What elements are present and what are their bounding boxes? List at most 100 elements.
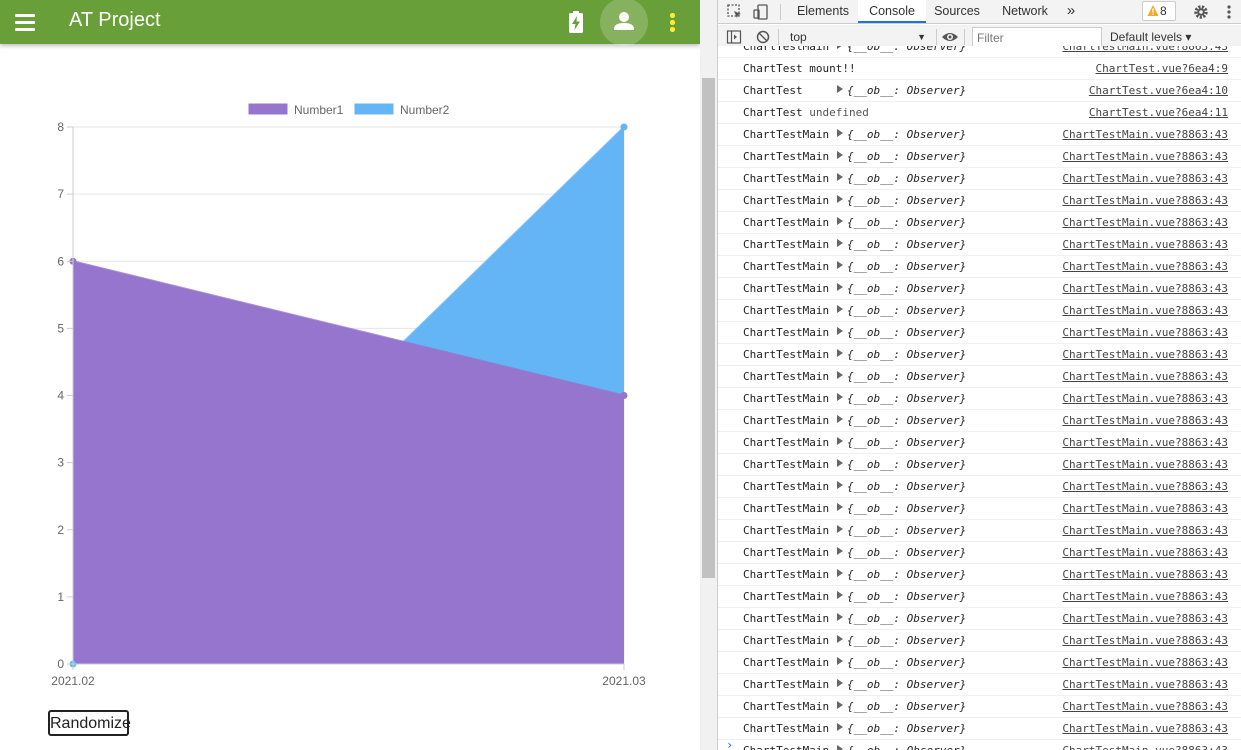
expand-arrow-icon[interactable] — [837, 349, 843, 357]
log-source-link[interactable]: ChartTestMain.vue?8863:43 — [1062, 546, 1228, 559]
log-source-link[interactable]: ChartTestMain.vue?8863:43 — [1062, 678, 1228, 691]
more-vert-icon[interactable] — [664, 10, 680, 34]
randomize-button[interactable]: Randomize — [48, 710, 131, 736]
console-prompt[interactable]: › — [726, 738, 733, 750]
expand-arrow-icon[interactable] — [837, 173, 843, 181]
log-source-link[interactable]: ChartTestMain.vue?8863:43 — [1062, 260, 1228, 273]
log-object-preview[interactable]: {__ob__: Observer} — [847, 458, 966, 471]
log-source-link[interactable]: ChartTestMain.vue?8863:43 — [1062, 414, 1228, 427]
expand-arrow-icon[interactable] — [837, 393, 843, 401]
expand-arrow-icon[interactable] — [837, 679, 843, 687]
log-source-link[interactable]: ChartTestMain.vue?8863:43 — [1062, 700, 1228, 713]
expand-arrow-icon[interactable] — [837, 305, 843, 313]
log-source-link[interactable]: ChartTestMain.vue?8863:43 — [1062, 348, 1228, 361]
log-object-preview[interactable]: {__ob__: Observer} — [847, 524, 966, 537]
tab-network[interactable]: Network — [994, 0, 1056, 23]
expand-arrow-icon[interactable] — [837, 481, 843, 489]
log-source-link[interactable]: ChartTestMain.vue?8863:43 — [1062, 656, 1228, 669]
expand-arrow-icon[interactable] — [837, 327, 843, 335]
expand-arrow-icon[interactable] — [837, 283, 843, 291]
log-source-link[interactable]: ChartTestMain.vue?8863:43 — [1062, 458, 1228, 471]
log-object-preview[interactable]: {__ob__: Observer} — [847, 744, 966, 750]
log-object-preview[interactable]: {__ob__: Observer} — [847, 502, 966, 515]
expand-arrow-icon[interactable] — [837, 503, 843, 511]
expand-arrow-icon[interactable] — [837, 437, 843, 445]
log-source-link[interactable]: ChartTestMain.vue?8863:43 — [1062, 172, 1228, 185]
context-selector[interactable]: top ▼ — [784, 28, 934, 47]
expand-arrow-icon[interactable] — [837, 569, 843, 577]
sidebar-toggle-icon[interactable] — [726, 29, 742, 45]
log-object-preview[interactable]: {__ob__: Observer} — [847, 128, 966, 141]
filter-input[interactable] — [972, 27, 1102, 48]
log-source-link[interactable]: ChartTestMain.vue?8863:43 — [1062, 744, 1228, 750]
log-object-preview[interactable]: {__ob__: Observer} — [847, 172, 966, 185]
inspect-element-icon[interactable] — [726, 3, 744, 21]
tab-console[interactable]: Console — [858, 0, 926, 23]
expand-arrow-icon[interactable] — [837, 723, 843, 731]
log-object-preview[interactable]: {__ob__: Observer} — [847, 414, 966, 427]
log-source-link[interactable]: ChartTestMain.vue?8863:43 — [1062, 282, 1228, 295]
log-source-link[interactable]: ChartTestMain.vue?8863:43 — [1062, 634, 1228, 647]
tab-elements[interactable]: Elements — [790, 0, 856, 23]
settings-gear-icon[interactable] — [1192, 3, 1210, 21]
log-object-preview[interactable]: {__ob__: Observer} — [847, 436, 966, 449]
expand-arrow-icon[interactable] — [837, 657, 843, 665]
log-source-link[interactable]: ChartTestMain.vue?8863:43 — [1062, 128, 1228, 141]
log-source-link[interactable]: ChartTestMain.vue?8863:43 — [1062, 392, 1228, 405]
log-object-preview[interactable]: {__ob__: Observer} — [847, 678, 966, 691]
more-tabs-button[interactable]: » — [1062, 0, 1080, 23]
log-source-link[interactable]: ChartTestMain.vue?8863:43 — [1062, 524, 1228, 537]
log-object-preview[interactable]: {__ob__: Observer} — [847, 46, 966, 53]
log-object-preview[interactable]: {__ob__: Observer} — [847, 150, 966, 163]
expand-arrow-icon[interactable] — [837, 613, 843, 621]
log-source-link[interactable]: ChartTestMain.vue?8863:43 — [1062, 480, 1228, 493]
log-source-link[interactable]: ChartTestMain.vue?8863:43 — [1062, 238, 1228, 251]
live-expression-eye-icon[interactable] — [940, 29, 960, 45]
log-source-link[interactable]: ChartTestMain.vue?8863:43 — [1062, 568, 1228, 581]
log-source-link[interactable]: ChartTestMain.vue?8863:43 — [1062, 150, 1228, 163]
battery-charging-icon[interactable] — [566, 9, 586, 35]
log-source-link[interactable]: ChartTestMain.vue?8863:43 — [1062, 436, 1228, 449]
log-object-preview[interactable]: {__ob__: Observer} — [847, 634, 966, 647]
expand-arrow-icon[interactable] — [837, 239, 843, 247]
log-source-link[interactable]: ChartTest.vue?6ea4:9 — [1096, 62, 1228, 75]
log-object-preview[interactable]: {__ob__: Observer} — [847, 700, 966, 713]
expand-arrow-icon[interactable] — [837, 46, 843, 49]
account-icon[interactable] — [600, 0, 648, 46]
more-options-icon[interactable] — [1222, 3, 1236, 21]
log-object-preview[interactable]: {__ob__: Observer} — [847, 84, 966, 97]
expand-arrow-icon[interactable] — [837, 745, 843, 750]
log-object-preview[interactable]: {__ob__: Observer} — [847, 392, 966, 405]
page-scrollbar-thumb[interactable] — [702, 78, 715, 578]
expand-arrow-icon[interactable] — [837, 195, 843, 203]
log-source-link[interactable]: ChartTestMain.vue?8863:43 — [1062, 194, 1228, 207]
log-source-link[interactable]: ChartTestMain.vue?8863:43 — [1062, 216, 1228, 229]
expand-arrow-icon[interactable] — [837, 129, 843, 137]
log-source-link[interactable]: ChartTestMain.vue?8863:43 — [1062, 326, 1228, 339]
expand-arrow-icon[interactable] — [837, 525, 843, 533]
log-source-link[interactable]: ChartTestMain.vue?8863:43 — [1062, 46, 1228, 53]
log-object-preview[interactable]: {__ob__: Observer} — [847, 304, 966, 317]
log-object-preview[interactable]: {__ob__: Observer} — [847, 326, 966, 339]
log-source-link[interactable]: ChartTestMain.vue?8863:43 — [1062, 370, 1228, 383]
log-source-link[interactable]: ChartTestMain.vue?8863:43 — [1062, 590, 1228, 603]
expand-arrow-icon[interactable] — [837, 217, 843, 225]
device-toolbar-icon[interactable] — [752, 3, 770, 21]
warning-badge[interactable]: 8 — [1142, 1, 1176, 21]
expand-arrow-icon[interactable] — [837, 547, 843, 555]
log-object-preview[interactable]: {__ob__: Observer} — [847, 282, 966, 295]
log-object-preview[interactable]: {__ob__: Observer} — [847, 656, 966, 669]
log-object-preview[interactable]: {__ob__: Observer} — [847, 568, 966, 581]
log-object-preview[interactable]: {__ob__: Observer} — [847, 260, 966, 273]
log-source-link[interactable]: ChartTestMain.vue?8863:43 — [1062, 304, 1228, 317]
log-source-link[interactable]: ChartTestMain.vue?8863:43 — [1062, 722, 1228, 735]
log-source-link[interactable]: ChartTest.vue?6ea4:11 — [1089, 106, 1228, 119]
expand-arrow-icon[interactable] — [837, 261, 843, 269]
log-object-preview[interactable]: {__ob__: Observer} — [847, 194, 966, 207]
clear-console-icon[interactable] — [755, 29, 771, 45]
expand-arrow-icon[interactable] — [837, 85, 843, 93]
tab-sources[interactable]: Sources — [928, 0, 986, 23]
expand-arrow-icon[interactable] — [837, 151, 843, 159]
expand-arrow-icon[interactable] — [837, 415, 843, 423]
expand-arrow-icon[interactable] — [837, 701, 843, 709]
